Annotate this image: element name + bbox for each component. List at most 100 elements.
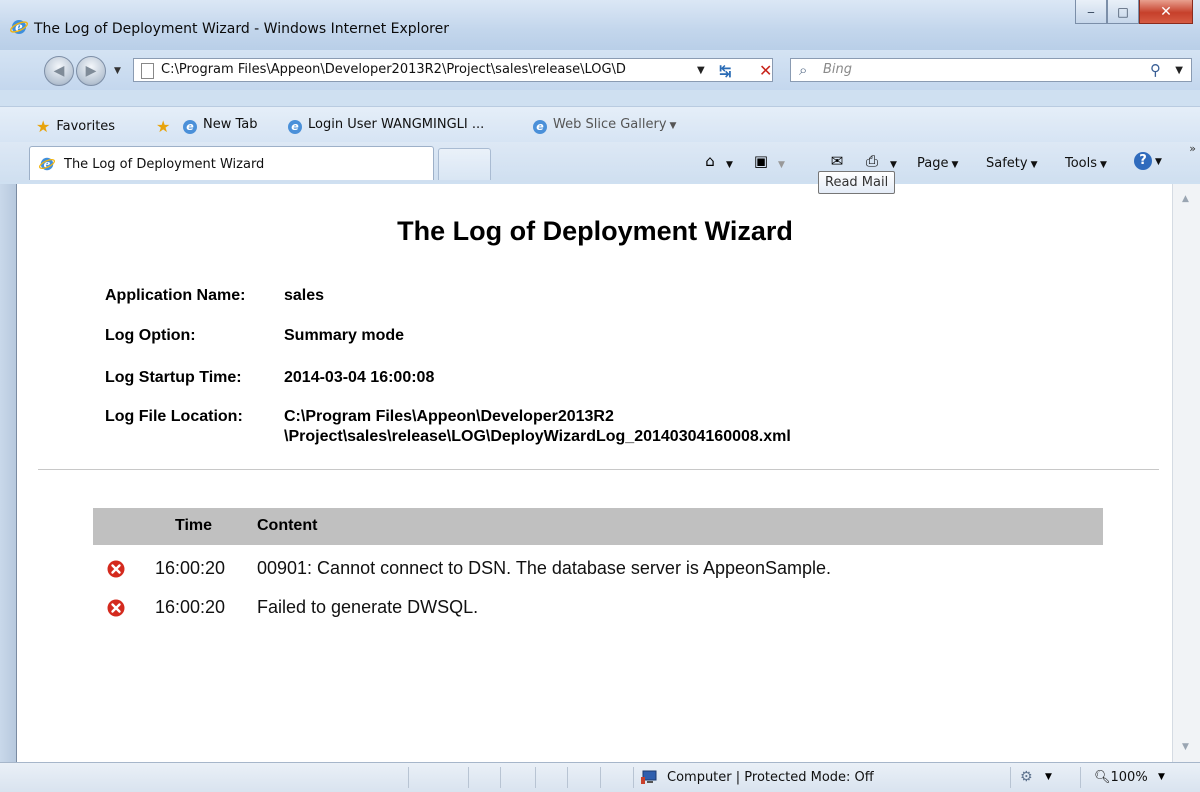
forward-arrow-icon: ▶ xyxy=(85,63,97,79)
page-icon xyxy=(141,63,154,79)
add-favorite-icon: ★ xyxy=(156,117,171,136)
table-header: Time Content xyxy=(93,508,1103,545)
search-options-dropdown-icon[interactable]: ▼ xyxy=(1175,65,1183,76)
status-divider xyxy=(500,767,501,788)
web-slice-gallery-link[interactable]: e Web Slice Gallery ▼ xyxy=(533,117,676,134)
feeds-icon[interactable]: ▣ xyxy=(751,152,771,170)
home-dropdown-icon[interactable]: ▼ xyxy=(723,156,733,171)
meta-label-startup-time: Log Startup Time: xyxy=(105,369,242,386)
zoom-value: 100% xyxy=(1110,770,1148,785)
stop-icon[interactable]: ✕ xyxy=(759,61,772,80)
ie-logo-icon: e xyxy=(10,20,28,34)
forward-button[interactable]: ▶ xyxy=(76,56,106,86)
meta-label-log-file-location: Log File Location: xyxy=(105,408,243,425)
page-menu[interactable]: Page ▼ xyxy=(917,156,958,171)
zoom-level[interactable]: 🔍︎100% xyxy=(1094,770,1148,785)
close-icon: ✕ xyxy=(1160,3,1172,20)
safety-menu-label: Safety xyxy=(986,156,1028,171)
page-title: The Log of Deployment Wizard xyxy=(397,216,793,246)
tab-bar: e The Log of Deployment Wizard ⌂ ▼ ▣ ▼ ✉… xyxy=(0,142,1200,182)
maximize-button[interactable]: □ xyxy=(1107,0,1139,24)
back-button[interactable]: ◀ xyxy=(44,56,74,86)
row-content: Failed to generate DWSQL. xyxy=(257,597,479,617)
recent-pages-dropdown-icon[interactable]: ▼ xyxy=(114,66,121,76)
row-time: 16:00:20 xyxy=(155,558,226,578)
address-dropdown-icon[interactable]: ▼ xyxy=(697,65,705,76)
refresh-icon[interactable]: ↹ xyxy=(719,62,732,80)
tab-active[interactable]: e The Log of Deployment Wizard xyxy=(29,146,434,180)
back-arrow-icon: ◀ xyxy=(53,63,65,79)
address-text[interactable]: C:\Program Files\Appeon\Developer2013R2\… xyxy=(161,62,626,77)
chevron-down-icon: ▼ xyxy=(1155,157,1162,167)
protected-mode-icon[interactable]: ⚙ xyxy=(1020,769,1033,785)
add-to-favorites-bar-button[interactable]: ★ xyxy=(156,117,176,136)
status-divider xyxy=(567,767,568,788)
status-divider xyxy=(1010,767,1011,788)
favorite-link-new-tab[interactable]: e New Tab xyxy=(183,117,258,134)
row-content: 00901: Cannot connect to DSN. The databa… xyxy=(257,558,832,578)
security-zone-label[interactable]: Computer | Protected Mode: Off xyxy=(667,770,874,785)
more-commands-chevron-icon[interactable]: » xyxy=(1189,142,1196,155)
tools-menu[interactable]: Tools ▼ xyxy=(1065,156,1107,171)
zoom-dropdown-icon[interactable]: ▼ xyxy=(1158,772,1165,782)
print-dropdown-icon[interactable]: ▼ xyxy=(887,156,897,171)
vertical-scrollbar[interactable]: ▲ ▼ xyxy=(1172,184,1200,762)
close-button[interactable]: ✕ xyxy=(1139,0,1193,24)
favorites-button[interactable]: ★ Favorites xyxy=(36,117,115,136)
bing-logo-icon: ⌕ xyxy=(799,61,808,79)
caption-buttons: ‒ □ ✕ xyxy=(1075,0,1193,24)
ie-page-icon: e xyxy=(533,120,547,134)
tools-menu-label: Tools xyxy=(1065,156,1098,171)
meta-value-application-name: sales xyxy=(284,287,325,304)
favorites-star-icon: ★ xyxy=(36,117,51,136)
status-divider xyxy=(600,767,601,788)
divider xyxy=(38,469,1159,470)
minimize-icon: ‒ xyxy=(1087,4,1095,19)
window-frame-left xyxy=(0,184,16,762)
address-bar[interactable]: C:\Program Files\Appeon\Developer2013R2\… xyxy=(133,58,773,82)
safety-menu[interactable]: Safety ▼ xyxy=(986,156,1038,171)
status-divider xyxy=(468,767,469,788)
table-row: 16:00:20 Failed to generate DWSQL. xyxy=(93,593,1103,629)
window-title: The Log of Deployment Wizard - Windows I… xyxy=(34,21,449,37)
scroll-up-icon[interactable]: ▲ xyxy=(1182,194,1189,204)
column-header-content: Content xyxy=(257,517,318,534)
minimize-button[interactable]: ‒ xyxy=(1075,0,1107,24)
maximize-icon: □ xyxy=(1117,4,1129,19)
feeds-dropdown-icon[interactable]: ▼ xyxy=(775,156,785,171)
help-icon: ? xyxy=(1134,152,1152,170)
ie-logo-icon: e xyxy=(39,158,55,171)
meta-value-log-file-location-line2: \Project\sales\release\LOG\DeployWizardL… xyxy=(284,428,791,445)
favorite-link-login-user[interactable]: e Login User WANGMINGLI ... xyxy=(288,117,484,134)
status-divider xyxy=(408,767,409,788)
tooltip: Read Mail xyxy=(818,171,896,194)
chevron-down-icon: ▼ xyxy=(1100,160,1107,170)
home-icon[interactable]: ⌂ xyxy=(700,152,720,170)
error-icon xyxy=(107,599,125,617)
status-divider xyxy=(1080,767,1081,788)
favorites-label: Favorites xyxy=(56,119,116,134)
computer-zone-icon xyxy=(641,770,657,784)
scroll-down-icon[interactable]: ▼ xyxy=(1182,742,1189,752)
error-icon xyxy=(107,560,125,578)
title-bar: e The Log of Deployment Wizard - Windows… xyxy=(0,0,1200,50)
print-icon[interactable]: ⎙ xyxy=(862,152,882,170)
meta-value-log-file-location-line1: C:\Program Files\Appeon\Developer2013R2 xyxy=(284,408,614,425)
document-area: The Log of Deployment Wizard Application… xyxy=(16,184,1173,762)
help-button[interactable]: ? ▼ xyxy=(1134,152,1162,170)
page-menu-label: Page xyxy=(917,156,949,171)
search-box[interactable]: ⌕ Bing ⚲ ▼ xyxy=(790,58,1192,82)
new-tab-button[interactable] xyxy=(438,148,491,180)
chevron-down-icon: ▼ xyxy=(951,160,959,170)
tab-title: The Log of Deployment Wizard xyxy=(64,157,265,172)
chevron-down-icon[interactable]: ▼ xyxy=(1045,772,1052,782)
search-placeholder[interactable]: Bing xyxy=(823,62,852,77)
status-divider xyxy=(535,767,536,788)
status-divider xyxy=(633,767,634,788)
ie-page-icon: e xyxy=(183,120,197,134)
read-mail-icon[interactable]: ✉ xyxy=(827,152,847,170)
search-icon[interactable]: ⚲ xyxy=(1150,61,1161,79)
chevron-down-icon: ▼ xyxy=(1030,160,1038,170)
status-bar: Computer | Protected Mode: Off ⚙ ▼ 🔍︎100… xyxy=(0,762,1200,792)
meta-label-log-option: Log Option: xyxy=(105,327,196,344)
